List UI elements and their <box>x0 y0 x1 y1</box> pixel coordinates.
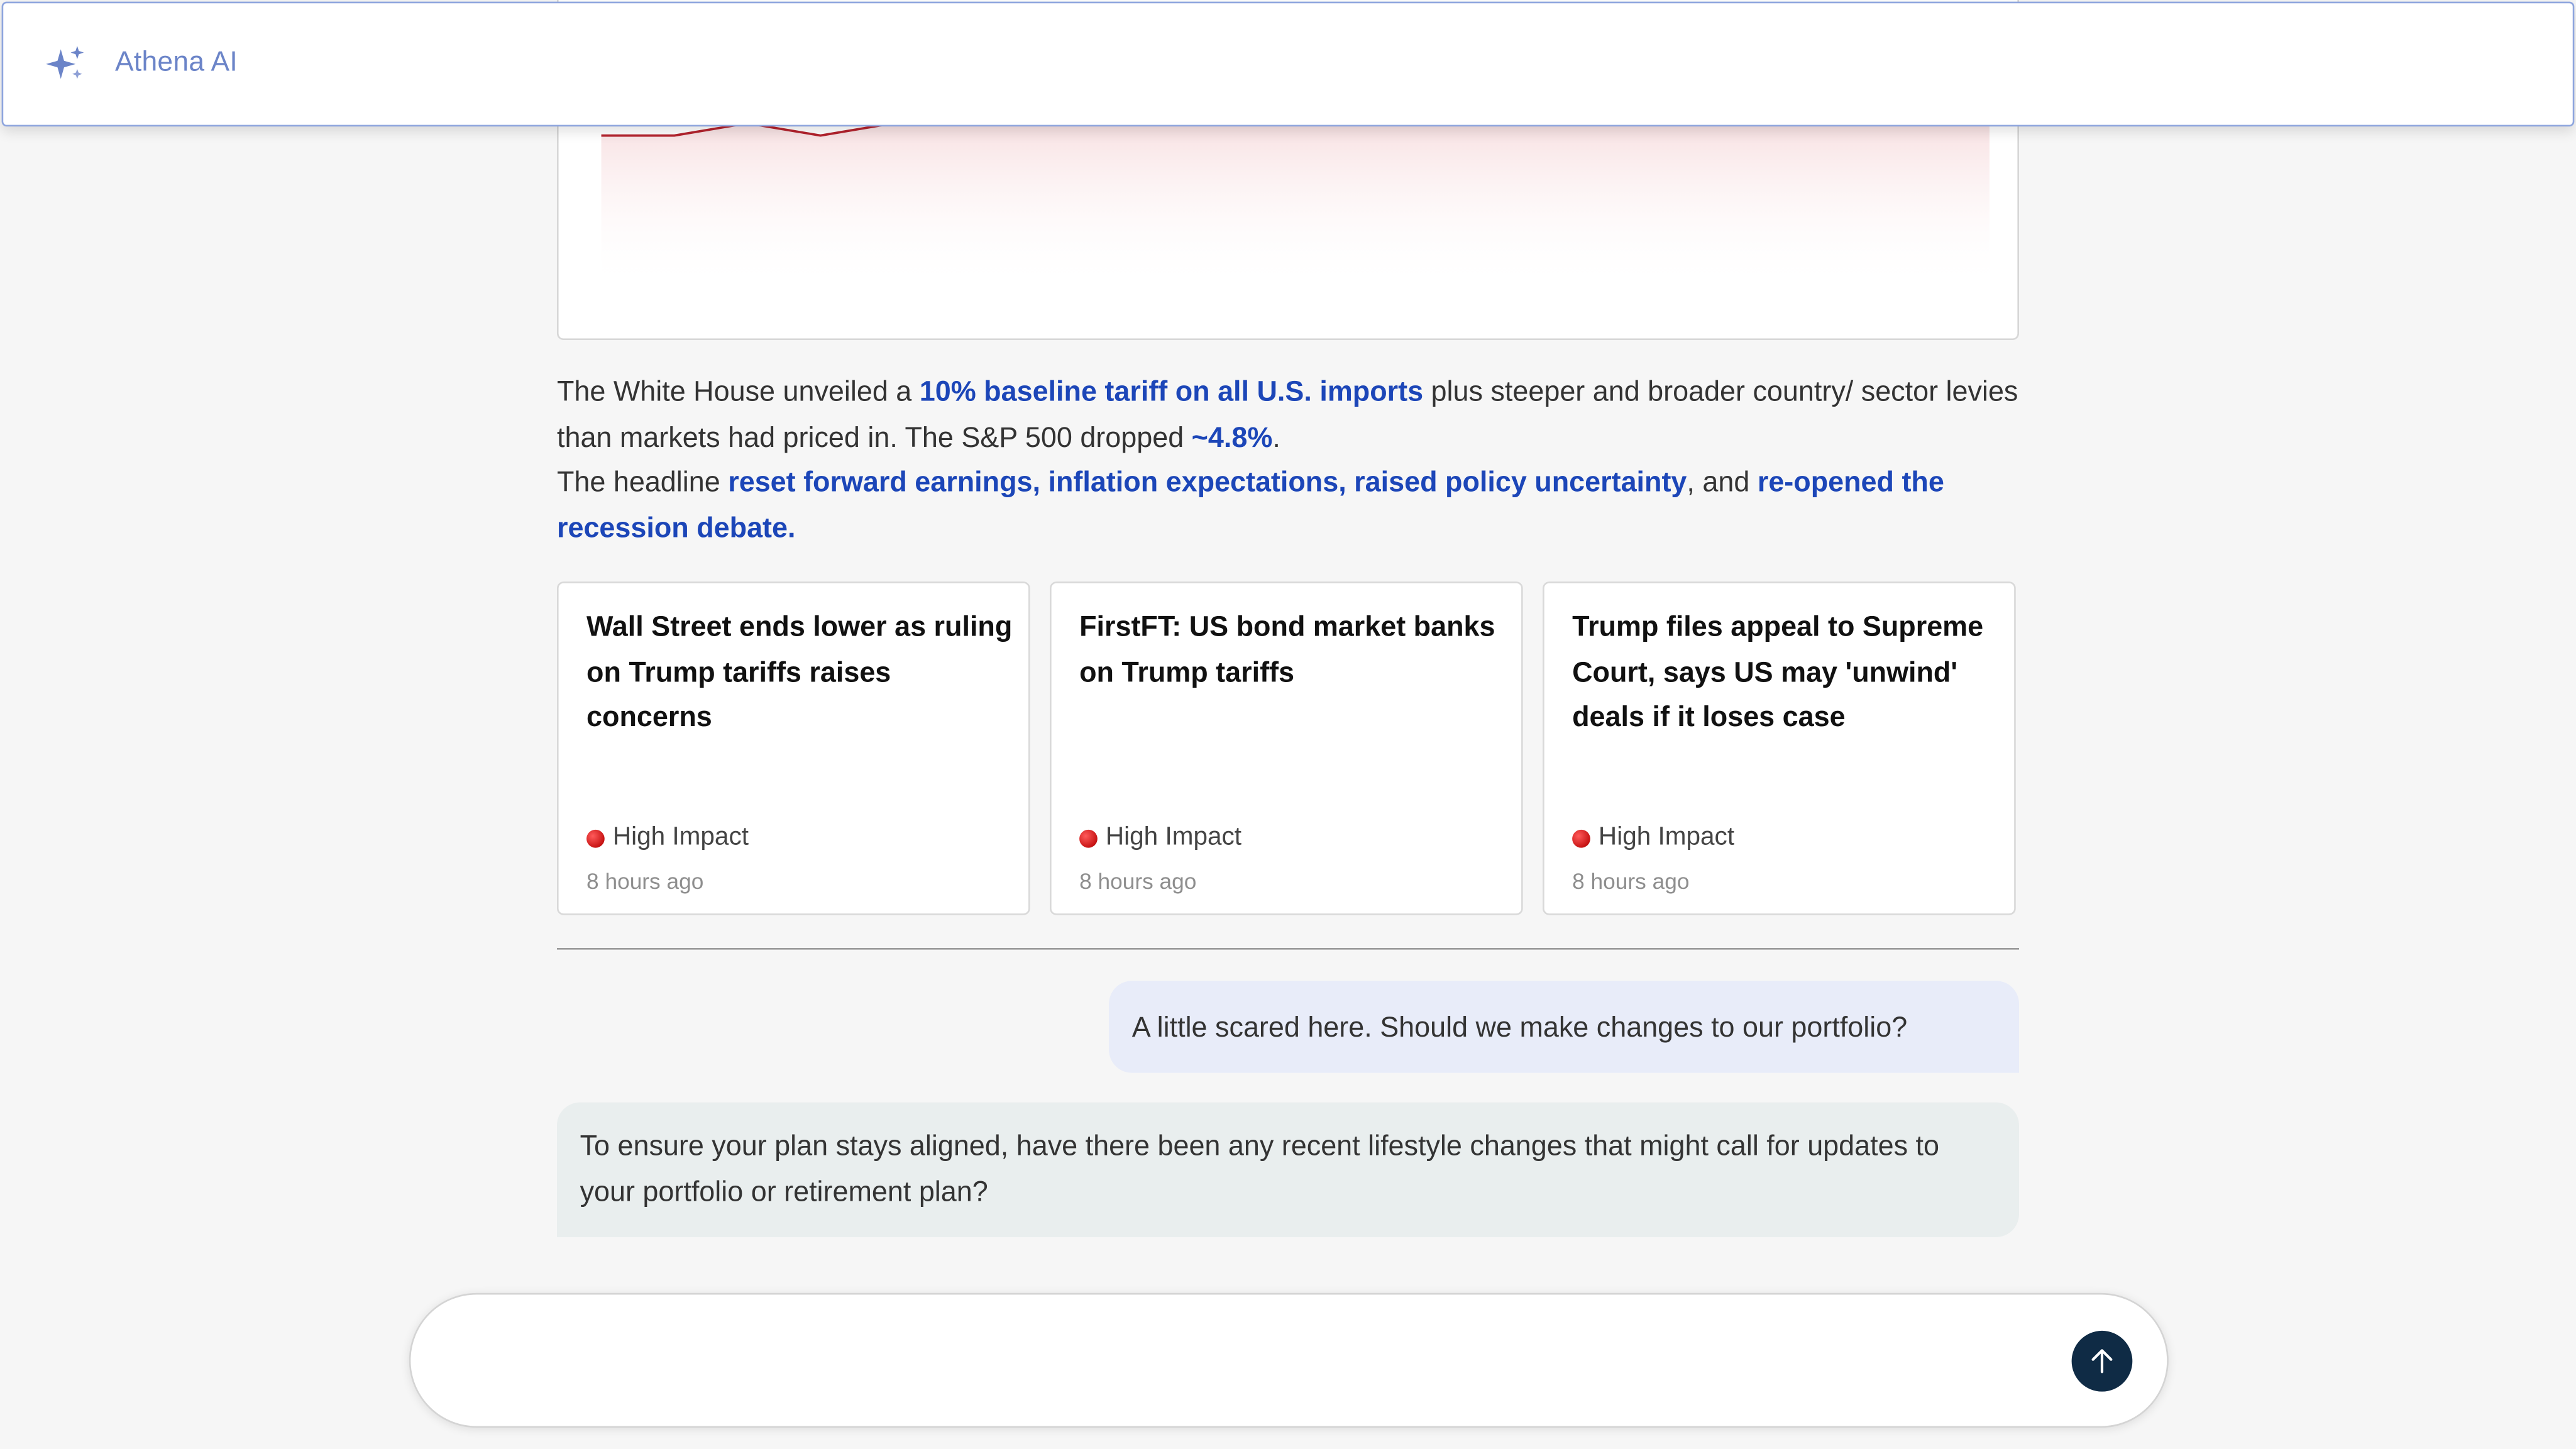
news-card[interactable]: Trump files appeal to Supreme Court, say… <box>1543 581 2016 915</box>
app-header: Athena AI <box>1 1 2575 127</box>
summary-highlight-tariff: 10% baseline tariff on all U.S. imports <box>919 374 1424 408</box>
summary-highlight-reset: reset forward earnings, inflation expect… <box>728 465 1687 498</box>
user-message-text: A little scared here. Should we make cha… <box>1131 1009 1908 1043</box>
market-summary: The White House unveiled a 10% baseline … <box>557 370 2035 550</box>
news-title: FirstFT: US bond market banks on Trump t… <box>1079 609 1495 688</box>
red-dot-icon <box>1079 829 1098 847</box>
news-card[interactable]: FirstFT: US bond market banks on Trump t… <box>1050 581 1523 915</box>
news-card[interactable]: Wall Street ends lower as ruling on Trum… <box>556 581 1030 915</box>
impact-label: High Impact <box>1105 823 1242 851</box>
summary-highlight-drop: ~4.8% <box>1191 419 1273 453</box>
summary-text: . <box>1272 419 1280 453</box>
impact-badge: High Impact <box>586 823 749 852</box>
arrow-up-icon <box>2091 1349 2113 1374</box>
impact-label: High Impact <box>612 823 749 851</box>
summary-text: , and <box>1687 465 1758 498</box>
impact-label: High Impact <box>1598 823 1735 851</box>
impact-badge: High Impact <box>1079 823 1241 852</box>
summary-text: The White House unveiled a <box>556 374 920 408</box>
user-message-bubble: A little scared here. Should we make cha… <box>1109 981 2019 1073</box>
app-root: Athena AI The White House unveiled a 10%… <box>0 0 2576 1449</box>
news-title: Trump files appeal to Supreme Court, say… <box>1572 609 1984 733</box>
news-timestamp: 8 hours ago <box>1079 869 1197 894</box>
red-dot-icon <box>1572 829 1590 847</box>
section-divider <box>556 947 2019 950</box>
message-input[interactable] <box>456 1334 2040 1394</box>
assistant-message-bubble: To ensure your plan stays aligned, have … <box>556 1102 2019 1237</box>
news-timestamp: 8 hours ago <box>586 869 704 894</box>
send-button[interactable] <box>2071 1330 2133 1392</box>
summary-text: The headline <box>556 465 729 498</box>
app-title: Athena AI <box>114 46 238 77</box>
news-timestamp: 8 hours ago <box>1572 869 1690 894</box>
sparkles-icon <box>46 46 84 79</box>
chat-input-bar <box>409 1292 2169 1428</box>
assistant-message-text: To ensure your plan stays aligned, have … <box>580 1128 1940 1207</box>
red-dot-icon <box>586 829 605 847</box>
impact-badge: High Impact <box>1572 823 1734 852</box>
news-title: Wall Street ends lower as ruling on Trum… <box>586 609 1013 733</box>
